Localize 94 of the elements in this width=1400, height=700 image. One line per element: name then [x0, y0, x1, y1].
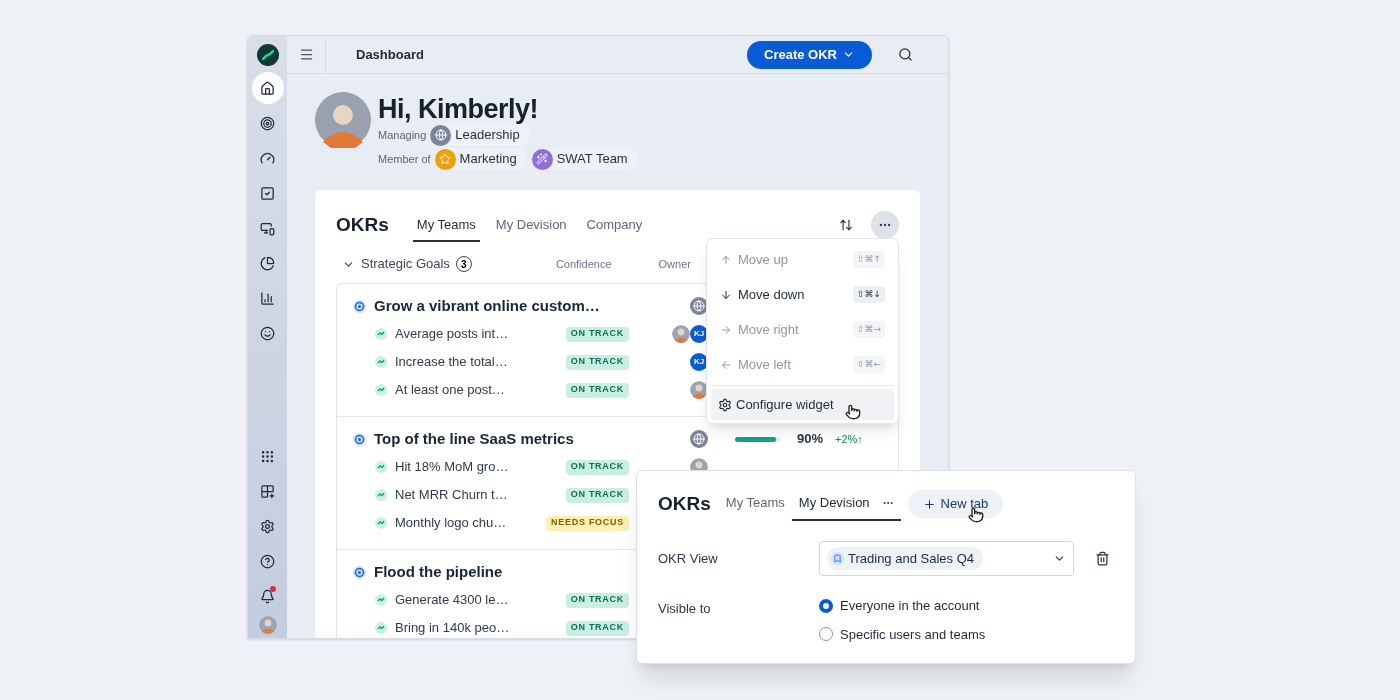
- logo-icon: [256, 44, 279, 66]
- target-icon: [260, 115, 275, 131]
- gauge-icon: [260, 150, 275, 166]
- settings-icon: [260, 518, 275, 534]
- goal-title[interactable]: Flood the pipeline: [374, 560, 503, 584]
- key-result-title[interactable]: Hit 18% MoM gro…: [395, 457, 509, 477]
- widget-tab[interactable]: My Devision: [491, 208, 571, 242]
- pie-chart-icon: [260, 255, 275, 271]
- key-result-title[interactable]: Bring in 140k peo…: [395, 618, 510, 638]
- key-result-title[interactable]: Monthly logo chu…: [395, 513, 507, 533]
- avatar: [672, 325, 690, 343]
- hand-cursor-icon: [968, 507, 984, 523]
- team-chip[interactable]: Marketing: [434, 148, 527, 170]
- status-badge: ON TRACK: [565, 354, 629, 370]
- panel-title: OKRs: [658, 491, 711, 516]
- goal-title[interactable]: Grow a vibrant online custom…: [374, 294, 600, 318]
- help-icon: [260, 553, 275, 569]
- status-badge: ON TRACK: [565, 487, 629, 503]
- hand-cursor-icon: [845, 404, 861, 420]
- trend-icon: [375, 517, 387, 529]
- bookmark-icon: [833, 554, 842, 563]
- key-result-title[interactable]: Average posts int…: [395, 324, 509, 344]
- screen-icon: [260, 220, 275, 236]
- shortcut-key: ⇧⌘↑: [852, 250, 885, 269]
- settings-icon: [718, 397, 732, 412]
- key-result-title[interactable]: Increase the total…: [395, 352, 508, 372]
- goal-title[interactable]: Top of the line SaaS metrics: [374, 427, 574, 451]
- add-app-icon: [260, 483, 275, 499]
- key-result-title[interactable]: Generate 4300 le…: [395, 590, 509, 610]
- team-chip[interactable]: Leadership: [430, 124, 530, 146]
- trend-icon: [375, 461, 387, 473]
- column-header: Confidence: [555, 256, 612, 272]
- goal-icon: [353, 432, 366, 446]
- panel-tab[interactable]: My Devision: [791, 487, 901, 521]
- new-tab-button[interactable]: New tab: [907, 490, 1004, 518]
- okr-view-select[interactable]: Trading and Sales Q4: [819, 541, 1074, 576]
- menu-icon[interactable]: [298, 47, 314, 62]
- page-title: Dashboard: [356, 45, 424, 64]
- search-icon[interactable]: [898, 47, 913, 62]
- trend-icon: [375, 356, 387, 368]
- group-label: Member of: [378, 151, 431, 167]
- shortcut-key: ⇧⌘↓: [852, 285, 885, 304]
- status-badge: NEEDS FOCUS: [546, 515, 629, 531]
- key-result-title[interactable]: Net MRR Churn t…: [395, 485, 508, 505]
- bar-chart-icon: [260, 290, 275, 306]
- trend-icon: [375, 489, 387, 501]
- confidence-delta: +2%↑: [835, 431, 863, 447]
- arrow-icon: [720, 288, 732, 301]
- bell-icon: [260, 588, 275, 604]
- create-okr-button[interactable]: Create OKR: [747, 40, 872, 69]
- arrow-icon: [720, 358, 732, 371]
- status-badge: ON TRACK: [565, 382, 629, 398]
- trend-icon: [375, 594, 387, 606]
- plus-icon: [922, 497, 936, 511]
- user-avatar: [258, 616, 277, 634]
- section-title[interactable]: Strategic Goals: [361, 254, 450, 274]
- status-badge: ON TRACK: [565, 592, 629, 608]
- shortcut-key: ⇧⌘→: [852, 320, 885, 339]
- shortcut-key: ⇧⌘←: [852, 355, 885, 374]
- team-chip[interactable]: SWAT Team: [531, 148, 638, 170]
- sort-icon[interactable]: [839, 218, 853, 232]
- field-label: Visible to: [658, 600, 712, 618]
- trend-icon: [375, 328, 387, 340]
- menu-item[interactable]: Move down ⇧⌘↓: [711, 277, 894, 312]
- confidence-value: 90%: [795, 430, 823, 449]
- profile-avatar: [315, 92, 371, 148]
- column-header: Owner: [658, 256, 691, 272]
- widget-title: OKRs: [336, 212, 389, 237]
- goal-icon: [353, 565, 366, 579]
- goal-icon: [353, 299, 366, 313]
- status-badge: ON TRACK: [565, 326, 629, 342]
- widget-tab[interactable]: My Teams: [412, 208, 480, 242]
- status-badge: ON TRACK: [565, 459, 629, 475]
- trend-icon: [375, 384, 387, 396]
- panel-tab[interactable]: My Teams: [718, 487, 792, 521]
- grid-dots-icon: [260, 448, 275, 464]
- visibility-radio[interactable]: Specific users and teams: [819, 624, 986, 644]
- key-result-title[interactable]: At least one post…: [395, 380, 505, 400]
- group-label: Managing: [378, 127, 427, 143]
- face-icon: [260, 325, 275, 341]
- configure-widget-item[interactable]: Configure widget: [711, 389, 894, 420]
- widget-tab[interactable]: Company: [582, 208, 647, 242]
- greeting: Hi, Kimberly!: [378, 93, 540, 126]
- trend-icon: [375, 622, 387, 634]
- checkbox-icon: [260, 185, 275, 201]
- arrow-icon: [720, 253, 732, 266]
- status-badge: ON TRACK: [565, 620, 629, 636]
- nav-item[interactable]: [251, 72, 284, 104]
- arrow-icon: [720, 323, 732, 336]
- delete-icon[interactable]: [1095, 551, 1110, 566]
- home-icon: [260, 80, 275, 96]
- team-avatar: [690, 430, 708, 448]
- field-label: OKR View: [658, 549, 719, 568]
- visibility-radio[interactable]: Everyone in the account: [819, 596, 986, 616]
